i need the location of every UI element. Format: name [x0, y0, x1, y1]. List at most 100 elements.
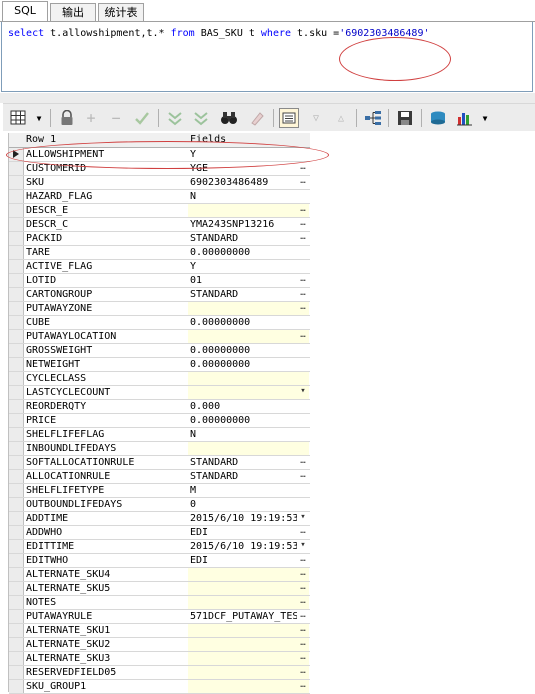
single-record-icon[interactable] — [279, 108, 299, 128]
field-value-cell[interactable]: … — [188, 666, 309, 679]
ellipsis-button[interactable]: … — [297, 302, 309, 315]
table-row[interactable]: NETWEIGHT 0.00000000 — [9, 358, 310, 372]
table-row[interactable]: GROSSWEIGHT 0.00000000 — [9, 344, 310, 358]
grid-icon[interactable] — [9, 108, 29, 128]
ellipsis-button[interactable]: … — [297, 582, 309, 595]
chart-dropdown-icon[interactable]: ▼ — [475, 108, 495, 128]
table-row[interactable]: SKU 6902303486489… — [9, 176, 310, 190]
table-row[interactable]: LASTCYCLECOUNT ▾ — [9, 386, 310, 400]
grid-dropdown-icon[interactable]: ▼ — [29, 108, 49, 128]
ellipsis-button[interactable]: … — [297, 204, 309, 217]
dropdown-button[interactable]: ▾ — [297, 386, 309, 399]
sql-text[interactable]: select t.allowshipment,t.* from BAS_SKU … — [8, 28, 430, 39]
table-row[interactable]: CYCLECLASS — [9, 372, 310, 386]
save-icon[interactable] — [395, 108, 415, 128]
table-row[interactable]: ALLOCATIONRULE STANDARD… — [9, 470, 310, 484]
field-value-cell[interactable]: ▾ — [188, 386, 309, 399]
table-row[interactable]: PACKID STANDARD… — [9, 232, 310, 246]
table-row[interactable]: LOTID 01… — [9, 274, 310, 288]
field-value-cell[interactable]: N — [188, 190, 309, 203]
table-row[interactable]: SHELFLIFEFLAG N — [9, 428, 310, 442]
field-value-cell[interactable]: … — [188, 596, 309, 609]
field-value-cell[interactable]: 0.00000000 — [188, 414, 309, 427]
field-value-cell[interactable]: 0.000 — [188, 400, 309, 413]
table-row[interactable]: CARTONGROUP STANDARD… — [9, 288, 310, 302]
field-value-cell[interactable]: 2015/6/10 19:19:53 ▾ — [188, 540, 309, 553]
field-value-cell[interactable]: Y — [188, 260, 309, 273]
ellipsis-button[interactable]: … — [297, 274, 309, 287]
ellipsis-button[interactable]: … — [297, 176, 309, 189]
table-row[interactable]: SOFTALLOCATIONRULE STANDARD… — [9, 456, 310, 470]
ellipsis-button[interactable]: … — [297, 610, 309, 623]
sql-editor[interactable]: select t.allowshipment,t.* from BAS_SKU … — [1, 22, 533, 92]
table-row[interactable]: PUTAWAYZONE… — [9, 302, 310, 316]
field-value-cell[interactable]: … — [188, 638, 309, 651]
field-value-cell[interactable]: YMA243SNP13216… — [188, 218, 309, 231]
field-value-cell[interactable]: 01… — [188, 274, 309, 287]
field-value-cell[interactable]: N — [188, 428, 309, 441]
table-row[interactable]: DESCR_C YMA243SNP13216… — [9, 218, 310, 232]
field-value-cell[interactable]: STANDARD… — [188, 456, 309, 469]
field-value-cell[interactable]: … — [188, 302, 309, 315]
lock-icon[interactable] — [57, 108, 77, 128]
ellipsis-button[interactable]: … — [297, 638, 309, 651]
table-row[interactable]: SHELFLIFETYPE M — [9, 484, 310, 498]
ellipsis-button[interactable]: … — [297, 680, 309, 693]
table-row[interactable]: ADDWHO EDI… — [9, 526, 310, 540]
field-value-cell[interactable]: 0.00000000 — [188, 358, 309, 371]
field-value-cell[interactable] — [188, 372, 309, 385]
table-row[interactable]: ALTERNATE_SKU4… — [9, 568, 310, 582]
field-value-cell[interactable]: 0.00000000 — [188, 344, 309, 357]
table-row[interactable]: HAZARD_FLAG N — [9, 190, 310, 204]
tree-icon[interactable] — [363, 108, 383, 128]
table-row[interactable]: REORDERQTY 0.000 — [9, 400, 310, 414]
field-value-cell[interactable]: 571DCF_PUTAWAY_TEST… — [188, 610, 309, 623]
field-value-cell[interactable]: STANDARD… — [188, 288, 309, 301]
ellipsis-button[interactable]: … — [297, 568, 309, 581]
ellipsis-button[interactable]: … — [297, 330, 309, 343]
field-value-cell[interactable]: … — [188, 624, 309, 637]
table-row[interactable]: NOTES… — [9, 596, 310, 610]
field-value-cell[interactable]: … — [188, 680, 309, 693]
table-row[interactable]: INBOUNDLIFEDAYS — [9, 442, 310, 456]
check-icon[interactable] — [132, 108, 152, 128]
field-value-cell[interactable]: 2015/6/10 19:19:53 ▾ — [188, 512, 309, 525]
ellipsis-button[interactable]: … — [297, 666, 309, 679]
field-value-cell[interactable]: 0.00000000 — [188, 246, 309, 259]
tab-sql[interactable]: SQL — [2, 1, 48, 22]
table-row[interactable]: EDITTIME 2015/6/10 19:19:53 ▾ — [9, 540, 310, 554]
next-icon[interactable]: ▽ — [306, 108, 326, 128]
table-row[interactable]: RESERVEDFIELD05… — [9, 666, 310, 680]
splitter[interactable] — [0, 93, 535, 103]
dropdown-button[interactable]: ▾ — [297, 512, 309, 525]
table-row[interactable]: DESCR_E… — [9, 204, 310, 218]
tab-output[interactable]: 输出 — [50, 3, 96, 21]
previous-icon[interactable]: △ — [331, 108, 351, 128]
chart-icon[interactable] — [455, 108, 475, 128]
dropdown-button[interactable]: ▾ — [297, 540, 309, 553]
ellipsis-button[interactable]: … — [297, 232, 309, 245]
table-row[interactable]: ALTERNATE_SKU2… — [9, 638, 310, 652]
field-value-cell[interactable]: … — [188, 204, 309, 217]
table-row[interactable]: ALTERNATE_SKU3… — [9, 652, 310, 666]
table-row[interactable]: OUTBOUNDLIFEDAYS 0 — [9, 498, 310, 512]
table-row[interactable]: PUTAWAYRULE 571DCF_PUTAWAY_TEST… — [9, 610, 310, 624]
ellipsis-button[interactable]: … — [297, 652, 309, 665]
binoculars-icon[interactable] — [219, 108, 239, 128]
remove-icon[interactable]: − — [106, 108, 126, 128]
field-value-cell[interactable]: STANDARD… — [188, 470, 309, 483]
field-value-cell[interactable]: … — [188, 652, 309, 665]
ellipsis-button[interactable]: … — [297, 596, 309, 609]
field-value-cell[interactable]: STANDARD… — [188, 232, 309, 245]
field-value-cell[interactable]: … — [188, 330, 309, 343]
add-icon[interactable]: + — [81, 108, 101, 128]
field-value-cell[interactable]: … — [188, 568, 309, 581]
ellipsis-button[interactable]: … — [297, 526, 309, 539]
table-row[interactable]: TARE 0.00000000 — [9, 246, 310, 260]
field-value-cell[interactable]: EDI… — [188, 554, 309, 567]
field-value-cell[interactable] — [188, 442, 309, 455]
field-value-cell[interactable]: EDI… — [188, 526, 309, 539]
table-row[interactable]: CUBE 0.00000000 — [9, 316, 310, 330]
field-value-cell[interactable]: … — [188, 582, 309, 595]
ellipsis-button[interactable]: … — [297, 470, 309, 483]
